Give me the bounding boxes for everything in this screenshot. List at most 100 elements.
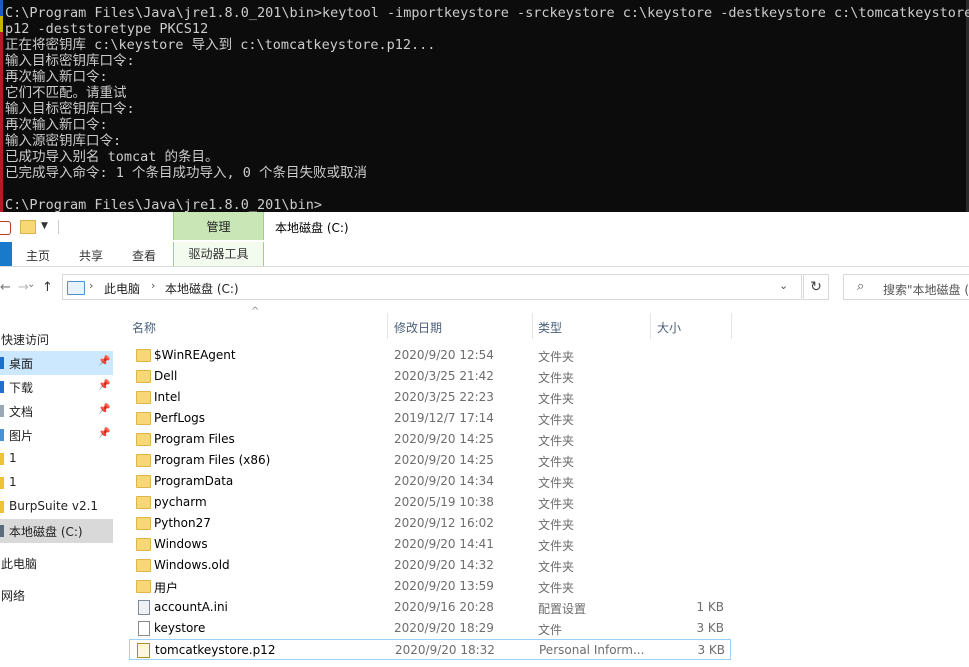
file-row[interactable]: Windows 2020/9/20 14:41 文件夹 [113, 534, 969, 555]
file-tab[interactable] [0, 242, 12, 266]
column-header-date[interactable]: 修改日期 [394, 319, 442, 336]
folder-icon [136, 580, 151, 593]
file-row[interactable]: pycharm 2020/5/19 10:38 文件夹 [113, 492, 969, 513]
sidebar-item-folder-1b[interactable]: 1 [0, 471, 113, 495]
sidebar-item-quick-access[interactable]: 快速访问 [0, 327, 113, 351]
command-prompt-window[interactable]: C:\Program Files\Java\jre1.8.0_201\bin>k… [0, 0, 969, 212]
file-date: 2020/9/20 14:41 [394, 537, 494, 551]
file-date: 2019/12/7 17:14 [394, 411, 494, 425]
file-row[interactable]: Python27 2020/9/12 16:02 文件夹 [113, 513, 969, 534]
file-date: 2020/9/20 14:25 [394, 432, 494, 446]
file-row[interactable]: Intel 2020/3/25 22:23 文件夹 [113, 387, 969, 408]
column-header-name[interactable]: 名称 [132, 319, 156, 336]
pin-icon[interactable]: 📌 [98, 356, 110, 367]
address-bar[interactable]: › 此电脑 › 本地磁盘 (C:) ⌄ [62, 274, 802, 300]
console-edge-marker [0, 16, 3, 32]
file-size: 3 KB [696, 621, 724, 635]
file-type: 配置设置 [538, 602, 587, 616]
file-size: 3 KB [697, 643, 725, 657]
file-row[interactable]: PerfLogs 2019/12/7 17:14 文件夹 [113, 408, 969, 429]
sidebar-item-documents[interactable]: 文档 📌 [0, 399, 113, 423]
file-row[interactable]: Dell 2020/3/25 21:42 文件夹 [113, 366, 969, 387]
file-row[interactable]: keystore 2020/9/20 18:29 文件 3 KB [113, 618, 969, 639]
file-row[interactable]: Program Files 2020/9/20 14:25 文件夹 [113, 429, 969, 450]
tab-share[interactable]: 共享 [79, 247, 103, 264]
file-row[interactable]: ProgramData 2020/9/20 14:34 文件夹 [113, 471, 969, 492]
pictures-icon [0, 429, 4, 441]
console-line: p12 -deststoretype PKCS12 [5, 21, 209, 37]
tab-home[interactable]: 主页 [26, 247, 50, 264]
tab-drive-tools[interactable]: 驱动器工具 [173, 242, 264, 266]
manage-context-tab[interactable]: 管理 [173, 212, 264, 240]
file-row[interactable]: Windows.old 2020/9/20 14:32 文件夹 [113, 555, 969, 576]
up-arrow-icon[interactable]: ↑ [42, 280, 53, 295]
file-type: 文件夹 [538, 581, 575, 595]
pin-icon[interactable]: 📌 [98, 380, 110, 391]
file-row[interactable]: $WinREAgent 2020/9/20 12:54 文件夹 [113, 345, 969, 366]
file-date: 2020/9/20 18:29 [394, 621, 494, 635]
console-line: C:\Program Files\Java\jre1.8.0_201\bin>k… [5, 5, 969, 21]
column-divider[interactable] [532, 313, 533, 339]
console-prompt[interactable]: C:\Program Files\Java\jre1.8.0_201\bin> [5, 197, 322, 212]
sidebar-item-this-pc[interactable]: 此电脑 [0, 551, 113, 575]
sidebar-item-pictures[interactable]: 图片 📌 [0, 423, 113, 447]
file-size: 1 KB [696, 600, 724, 614]
chevron-down-icon[interactable]: ⌄ [779, 279, 788, 292]
chevron-right-icon[interactable]: › [151, 279, 155, 292]
search-box[interactable]: ⌕ 搜索"本地磁盘 (C:)" [843, 274, 969, 300]
file-name: pycharm [154, 495, 207, 509]
chevron-right-icon[interactable]: › [89, 279, 93, 292]
file-date: 2020/9/20 14:25 [394, 453, 494, 467]
download-icon [0, 381, 4, 393]
new-folder-icon[interactable] [20, 220, 36, 234]
sidebar-item-label: 本地磁盘 (C:) [9, 525, 83, 539]
folder-icon [136, 349, 151, 362]
folder-icon [136, 412, 151, 425]
window-title: 本地磁盘 (C:) [275, 221, 349, 235]
column-divider[interactable] [387, 313, 388, 339]
back-arrow-icon[interactable]: ← [0, 280, 11, 295]
column-divider[interactable] [650, 313, 651, 339]
column-divider[interactable] [731, 313, 732, 339]
file-row[interactable]: accountA.ini 2020/9/16 20:28 配置设置 1 KB [113, 597, 969, 618]
pin-icon[interactable]: 📌 [98, 428, 110, 439]
sidebar-item-local-disk[interactable]: 本地磁盘 (C:) [0, 519, 113, 543]
console-line: 输入源密钥库口令: [5, 133, 122, 149]
file-type: 文件夹 [538, 560, 575, 574]
breadcrumb-this-pc[interactable]: 此电脑 [104, 280, 140, 297]
folder-icon [0, 501, 4, 513]
documents-icon [0, 405, 4, 417]
pin-icon[interactable]: 📌 [98, 404, 110, 415]
file-type: 文件夹 [538, 371, 575, 385]
folder-icon [136, 433, 151, 446]
sidebar-item-downloads[interactable]: 下载 📌 [0, 375, 113, 399]
file-row[interactable]: tomcatkeystore.p12 2020/9/20 18:32 Persona… [129, 639, 731, 660]
toolbar-divider [58, 220, 59, 234]
sidebar-item-burpsuite[interactable]: BurpSuite v2.1 [0, 495, 113, 519]
file-type: 文件夹 [538, 350, 575, 364]
sidebar-item-desktop[interactable]: 桌面 📌 [0, 351, 113, 375]
column-header-type[interactable]: 类型 [538, 319, 562, 336]
file-icon [138, 621, 150, 636]
file-row[interactable]: 用户 2020/9/20 13:59 文件夹 [113, 576, 969, 597]
file-type: 文件夹 [538, 455, 575, 469]
column-header-size[interactable]: 大小 [657, 319, 681, 336]
file-name: Intel [154, 390, 181, 404]
file-type: 文件夹 [538, 518, 575, 532]
customize-toolbar-icon[interactable]: ▼ [41, 221, 48, 231]
file-row[interactable]: Program Files (x86) 2020/9/20 14:25 文件夹 [113, 450, 969, 471]
file-type: 文件夹 [538, 413, 575, 427]
properties-check-icon[interactable] [0, 221, 11, 235]
sidebar-item-network[interactable]: 网络 [0, 583, 113, 607]
sidebar-item-label: 此电脑 [1, 557, 38, 571]
sidebar-item-label: 网络 [1, 589, 26, 603]
sidebar-item-label: 图片 [9, 429, 34, 443]
refresh-button[interactable]: ↻ [803, 274, 829, 300]
console-line: 已成功导入别名 tomcat 的条目。 [5, 149, 219, 165]
sidebar-item-folder-1[interactable]: 1 [0, 447, 113, 471]
file-name: keystore [154, 621, 206, 635]
breadcrumb-local-disk[interactable]: 本地磁盘 (C:) [165, 280, 239, 297]
tab-view[interactable]: 查看 [132, 247, 156, 264]
file-date: 2020/3/25 21:42 [394, 369, 494, 383]
recent-locations-icon[interactable]: ⌄ [27, 279, 35, 290]
